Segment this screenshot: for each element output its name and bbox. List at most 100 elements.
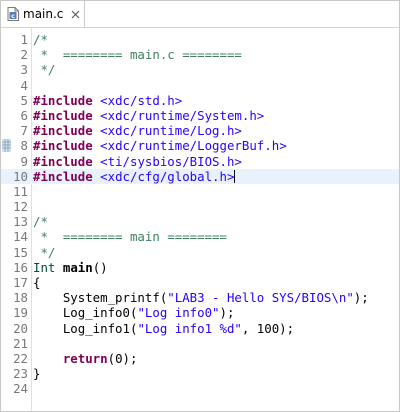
code-line[interactable]: 6 #include <xdc/runtime/System.h> (1, 108, 399, 123)
line-number: 21 (13, 335, 28, 351)
code-line[interactable]: 19 Log_info0("Log info0"); (1, 305, 399, 320)
code-line[interactable]: 4 (1, 78, 399, 93)
line-number: 13 (13, 214, 28, 230)
code-line[interactable]: 18 System_printf("LAB3 - Hello SYS/BIOS\… (1, 290, 399, 305)
code-line[interactable]: 22 return(0); (1, 351, 399, 366)
code-line[interactable]: 2 * ======== main.c ======== (1, 47, 399, 62)
line-number: 20 (13, 320, 28, 336)
code-token-plain: System_printf( (33, 290, 168, 306)
text-caret (234, 169, 236, 183)
code-token-string: "Log info1 %d" (137, 320, 242, 336)
code-text: * ======== main ======== (33, 229, 227, 244)
line-number: 17 (13, 275, 28, 290)
code-token-header: <xdc/runtime/LoggerBuf.h> (100, 138, 287, 154)
code-token-plain: Log_info1( (33, 320, 138, 336)
code-token-plain: , 100); (241, 320, 295, 336)
line-number: 19 (13, 305, 28, 321)
code-line[interactable]: 9 #include <ti/sysbios/BIOS.h> (1, 154, 399, 169)
code-token-plain: ); (219, 305, 235, 321)
code-line[interactable]: 3 */ (1, 62, 399, 77)
line-number: 10 (13, 168, 28, 184)
svg-text:c: c (11, 12, 15, 20)
code-line[interactable]: 8 #include <xdc/runtime/LoggerBuf.h> (1, 138, 399, 153)
code-token-header: <xdc/cfg/global.h> (100, 168, 235, 184)
line-number: 5 (20, 92, 28, 108)
line-number: 24 (13, 381, 28, 397)
code-token-plain: ); (353, 290, 369, 306)
code-text: { (33, 275, 40, 290)
code-text: Int main() (33, 260, 108, 275)
code-line[interactable]: 5 #include <xdc/std.h> (1, 93, 399, 108)
code-token-plain: (0); (107, 350, 138, 366)
code-token-directive: #include (33, 107, 93, 123)
code-line[interactable]: 17 { (1, 275, 399, 290)
code-text: #include <xdc/runtime/Log.h> (33, 123, 242, 138)
code-text: #include <xdc/runtime/LoggerBuf.h> (33, 138, 287, 153)
code-text: #include <xdc/std.h> (33, 93, 182, 108)
line-number: 23 (13, 366, 28, 382)
line-number: 12 (13, 199, 28, 215)
line-number: 14 (13, 229, 28, 245)
code-token-header: <xdc/std.h> (100, 92, 183, 108)
code-token-plain: { (33, 275, 41, 290)
editor-body[interactable]: 1/* 2 * ======== main.c ======== 3 */4 5 #in… (1, 28, 399, 411)
code-text: Log_info0("Log info0"); (33, 305, 235, 321)
code-text: #include <xdc/cfg/global.h> (33, 168, 236, 184)
code-token-plain: Log_info0( (33, 305, 138, 321)
code-token-directive: #include (33, 138, 93, 154)
code-token-comment: /* (33, 214, 48, 230)
code-token-header: <xdc/runtime/Log.h> (100, 123, 242, 139)
code-text: #include <ti/sysbios/BIOS.h> (33, 154, 242, 169)
code-line[interactable]: 12 (1, 199, 399, 214)
code-token-type: Int (33, 259, 56, 275)
line-number: 11 (13, 183, 28, 199)
code-token-comment: */ (33, 62, 56, 78)
line-number: 7 (20, 123, 28, 139)
code-token-directive: #include (33, 168, 93, 184)
line-number: 4 (20, 77, 28, 93)
close-icon[interactable] (69, 8, 81, 20)
code-line[interactable]: 23} (1, 366, 399, 381)
code-text: Log_info1("Log info1 %d", 100); (33, 321, 294, 336)
code-line[interactable]: 16 Int main() (1, 260, 399, 275)
tab-label: main.c (23, 7, 64, 21)
line-number: 1 (20, 32, 28, 47)
editor-tab-strip: c main.c (1, 1, 399, 28)
code-line[interactable]: 7 #include <xdc/runtime/Log.h> (1, 123, 399, 138)
code-token-keyword: return (62, 350, 108, 366)
code-lines[interactable]: 1/* 2 * ======== main.c ======== 3 */4 5 #in… (1, 32, 399, 397)
code-text: } (33, 366, 40, 381)
code-text: /* (33, 214, 48, 229)
code-line[interactable]: 21 (1, 336, 399, 351)
line-number: 2 (20, 47, 28, 63)
code-line[interactable]: 24 (1, 381, 399, 396)
code-text: #include <xdc/runtime/System.h> (33, 108, 264, 123)
line-number: 15 (13, 244, 28, 260)
code-line[interactable]: 14 * ======== main ======== (1, 229, 399, 244)
c-source-file-icon: c (7, 7, 19, 21)
line-number: 3 (20, 62, 28, 78)
code-token-comment: * ======== main ======== (33, 229, 227, 245)
code-token-plain: } (33, 366, 41, 382)
code-line[interactable]: 15 */ (1, 245, 399, 260)
line-number: 18 (13, 290, 28, 306)
code-token-string: "Log info0" (137, 305, 220, 321)
line-number: 6 (20, 107, 28, 123)
line-number: 22 (13, 350, 28, 366)
code-line[interactable]: 10 #include <xdc/cfg/global.h> (1, 168, 399, 184)
code-line[interactable]: 20 Log_info1("Log info1 %d", 100); (1, 321, 399, 336)
code-token-plain: () (92, 259, 108, 275)
code-editor: c main.c 1/* 2 * ======== main.c ========… (0, 0, 400, 412)
line-number: 16 (13, 259, 28, 275)
tab-main-c[interactable]: c main.c (1, 1, 85, 27)
code-text: return(0); (33, 350, 138, 366)
code-line[interactable]: 13 /* (1, 214, 399, 229)
code-token-header: <xdc/runtime/System.h> (100, 107, 265, 123)
code-token-comment: * ======== main.c ======== (33, 47, 242, 63)
code-line[interactable]: 1 /* (1, 32, 399, 47)
code-text: System_printf("LAB3 - Hello SYS/BIOS\n")… (33, 290, 369, 305)
code-token-comment: /* (33, 32, 48, 47)
code-line[interactable]: 11 (1, 184, 399, 199)
